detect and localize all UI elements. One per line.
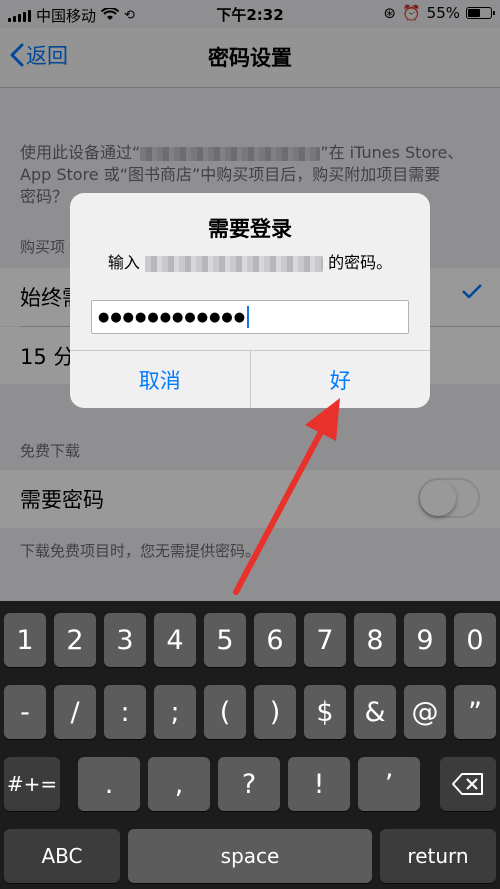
digit-key[interactable]: 1 [4,613,46,667]
keyboard-row-symbols: - /:;() $ & @” [0,685,500,739]
abc-key[interactable]: ABC [4,829,120,883]
punctuation-key[interactable]: ’ [358,757,420,811]
keyboard-row-digits: 1234567890 [0,613,500,667]
symbol-key[interactable]: @ [404,685,446,739]
digit-key[interactable]: 9 [404,613,446,667]
punctuation-key[interactable]: ! [288,757,350,811]
symbol-key[interactable]: $ [304,685,346,739]
symbol-key[interactable]: ( [204,685,246,739]
digit-key[interactable]: 7 [304,613,346,667]
punctuation-key[interactable]: , [148,757,210,811]
backspace-icon [452,773,483,795]
digit-key[interactable]: 8 [354,613,396,667]
symbol-key[interactable]: & [354,685,396,739]
symbol-key[interactable]: ) [254,685,296,739]
delete-key[interactable] [440,757,496,811]
digit-key[interactable]: 4 [154,613,196,667]
digit-key[interactable]: 0 [454,613,496,667]
keyboard-row-bottom: ABC space return [0,829,500,883]
digit-key[interactable]: 6 [254,613,296,667]
punctuation-key[interactable]: . [78,757,140,811]
more-symbols-key[interactable]: #+= [4,757,60,811]
symbol-key[interactable]: / [54,685,96,739]
space-key[interactable]: space [128,829,372,883]
symbol-key[interactable]: - [4,685,46,739]
digit-key[interactable]: 2 [54,613,96,667]
digit-key[interactable]: 3 [104,613,146,667]
return-key[interactable]: return [380,829,496,883]
symbol-key[interactable]: ; [154,685,196,739]
keyboard-row-punctuation: #+= .,?!’ [0,757,500,811]
digit-key[interactable]: 5 [204,613,246,667]
numeric-keyboard: 1234567890 - /:;() $ & @” #+= .,?!’ ABC spac… [0,601,500,889]
punctuation-key[interactable]: ? [218,757,280,811]
symbol-key[interactable]: ” [454,685,496,739]
symbol-key[interactable]: : [104,685,146,739]
